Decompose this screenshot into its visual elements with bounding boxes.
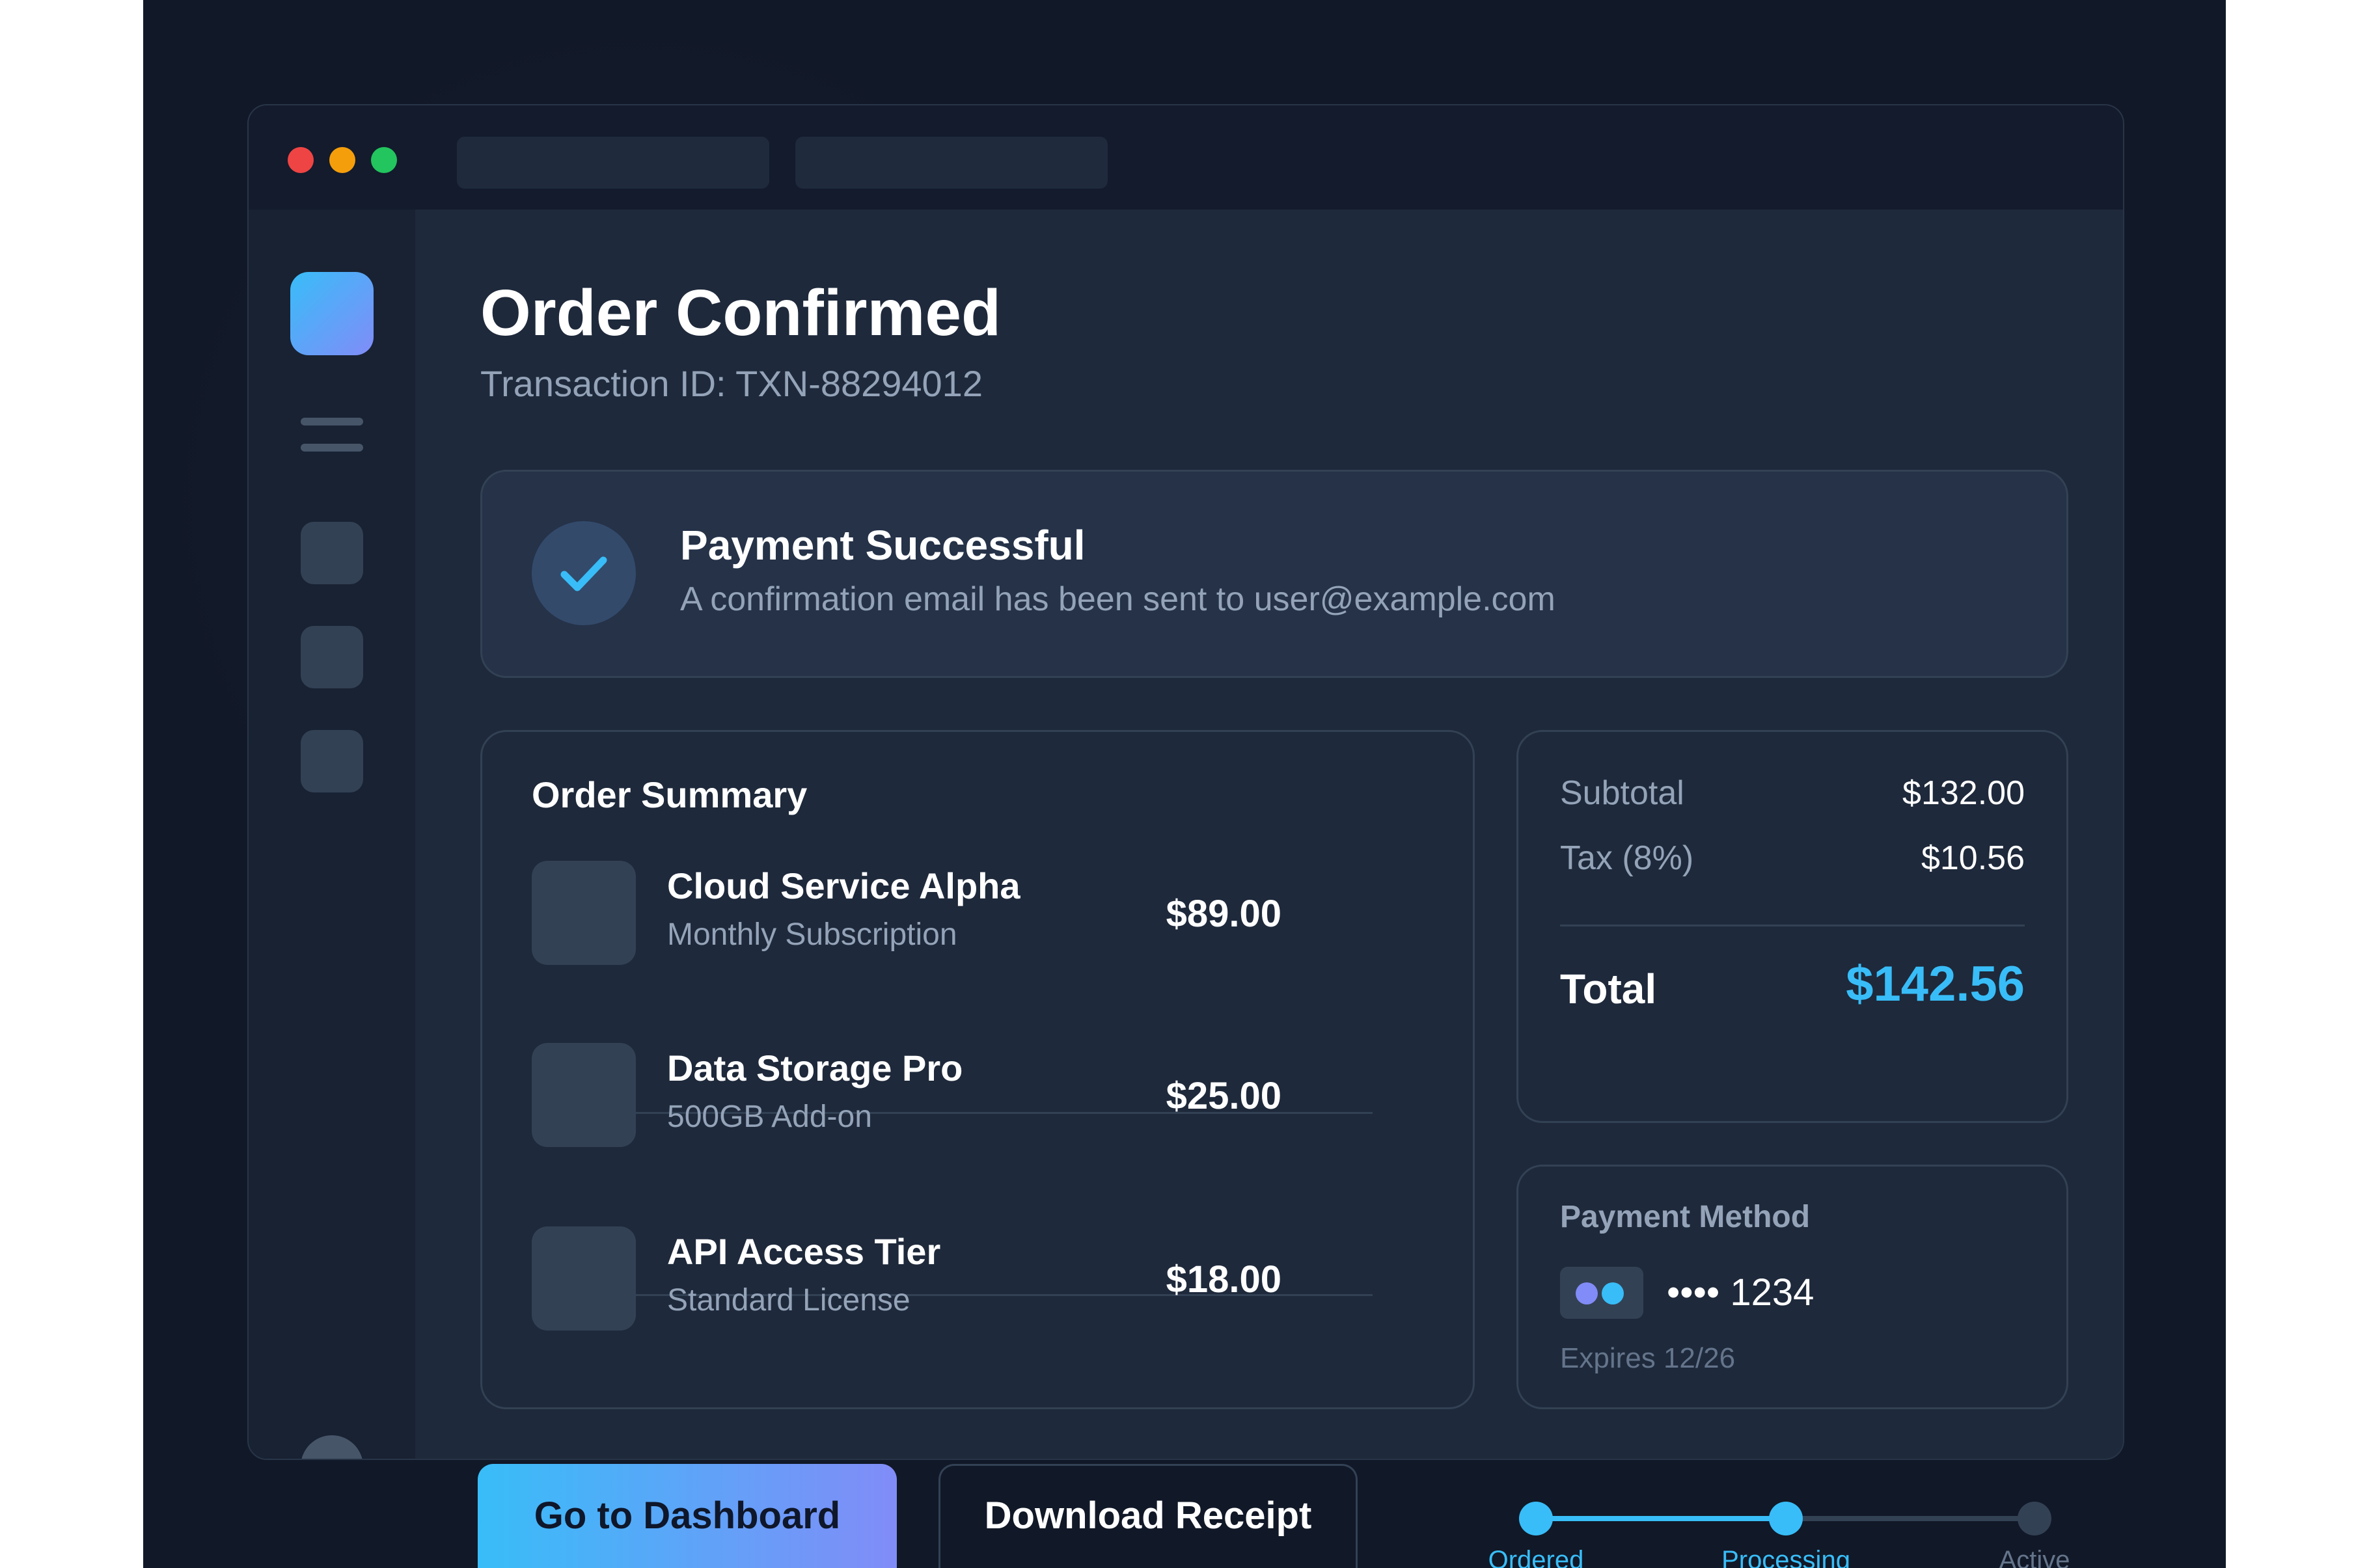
sidebar-item-2[interactable] (301, 626, 363, 688)
tax-label: Tax (8%) (1560, 839, 1694, 877)
page-title: Order Confirmed (480, 277, 1002, 349)
avatar[interactable] (301, 1435, 363, 1459)
tax-value: $10.56 (1921, 839, 2025, 877)
sidebar (249, 210, 415, 1459)
step-active-dot (2018, 1502, 2051, 1535)
menu-icon[interactable] (301, 418, 363, 452)
divider (1560, 925, 2025, 926)
payment-method-card: Payment Method •••• 1234 Expires 12/26 (1516, 1165, 2068, 1409)
payment-success-banner: Payment Successful A confirmation email … (480, 470, 2068, 678)
list-item[interactable]: API Access Tier Standard License $18.00 (532, 1226, 1373, 1331)
go-to-dashboard-button[interactable]: Go to Dashboard (478, 1464, 897, 1568)
step-label-processing: Processing (1721, 1546, 1850, 1568)
item-detail: Monthly Subscription (667, 917, 957, 952)
step-label-ordered: Ordered (1488, 1546, 1584, 1568)
title-bar (249, 105, 2123, 210)
product-thumbnail (532, 1043, 636, 1147)
step-processing-dot (1769, 1502, 1803, 1535)
progress-track-complete (1536, 1516, 1786, 1521)
step-label-active: Active (1999, 1546, 2070, 1568)
product-thumbnail (532, 1226, 636, 1331)
item-name: Data Storage Pro (667, 1048, 963, 1088)
item-name: Cloud Service Alpha (667, 865, 1020, 906)
item-detail: 500GB Add-on (667, 1100, 872, 1134)
sidebar-item-3[interactable] (301, 730, 363, 792)
item-price: $18.00 (1166, 1258, 1281, 1301)
close-window-icon[interactable] (288, 147, 314, 173)
maximize-window-icon[interactable] (371, 147, 397, 173)
item-price: $25.00 (1166, 1075, 1281, 1117)
list-item[interactable]: Data Storage Pro 500GB Add-on $25.00 (532, 1043, 1373, 1147)
product-thumbnail (532, 861, 636, 965)
order-summary-title: Order Summary (532, 774, 808, 815)
card-expiry: Expires 12/26 (1560, 1342, 1736, 1374)
payment-method-title: Payment Method (1560, 1200, 1811, 1234)
minimize-window-icon[interactable] (329, 147, 355, 173)
card-number: •••• 1234 (1667, 1271, 1814, 1314)
success-message: A confirmation email has been sent to us… (680, 580, 1555, 618)
app-window: Order Confirmed Transaction ID: TXN-8829… (247, 104, 2124, 1460)
item-price: $89.00 (1166, 893, 1281, 935)
check-icon (532, 521, 636, 625)
subtotal-value: $132.00 (1902, 774, 2025, 812)
list-item[interactable]: Cloud Service Alpha Monthly Subscription… (532, 861, 1373, 965)
app-logo-icon[interactable] (290, 272, 374, 355)
order-summary-card: Order Summary Cloud Service Alpha Monthl… (480, 730, 1475, 1409)
item-name: API Access Tier (667, 1231, 941, 1272)
app-canvas: Order Confirmed Transaction ID: TXN-8829… (143, 0, 2226, 1568)
card-brand-icon (1560, 1267, 1643, 1319)
tab-placeholder-2[interactable] (795, 137, 1108, 189)
item-detail: Standard License (667, 1283, 911, 1318)
sidebar-item-1[interactable] (301, 522, 363, 584)
step-ordered-dot (1519, 1502, 1553, 1535)
progress-track-pending (1786, 1516, 2034, 1521)
total-label: Total (1560, 966, 1657, 1012)
order-progress-stepper: Ordered Processing Active (1488, 1483, 2096, 1568)
transaction-id: Transaction ID: TXN-88294012 (480, 363, 983, 404)
success-title: Payment Successful (680, 522, 1086, 569)
totals-card: Subtotal $132.00 Tax (8%) $10.56 Total $… (1516, 730, 2068, 1123)
download-receipt-button[interactable]: Download Receipt (938, 1464, 1358, 1568)
tab-placeholder-1[interactable] (457, 137, 769, 189)
total-value: $142.56 (1846, 956, 2025, 1012)
subtotal-label: Subtotal (1560, 774, 1684, 812)
